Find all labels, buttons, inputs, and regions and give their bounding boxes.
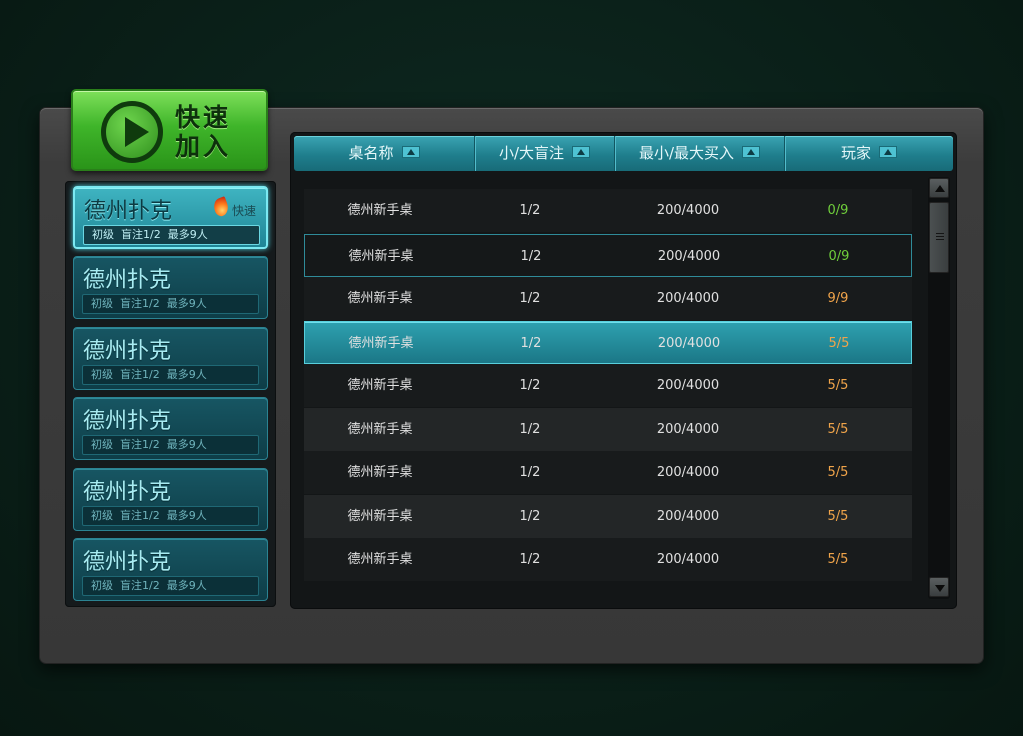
table-row[interactable]: 德州新手桌 1/2 200/4000 5/5 xyxy=(304,408,912,451)
game-item-texas-holdem-3[interactable]: 德州扑克 初级 盲注1/2 最多9人 xyxy=(73,327,268,390)
table-row[interactable]: 德州新手桌 1/2 200/4000 5/5 xyxy=(304,451,912,494)
game-name: 德州扑克 xyxy=(83,268,172,293)
chevron-up-icon xyxy=(935,185,945,192)
table-row[interactable]: 德州新手桌 1/2 200/4000 5/5 xyxy=(304,538,912,581)
sort-icon xyxy=(401,145,420,158)
header-buyin[interactable]: 最小/最大买入 xyxy=(615,136,785,171)
game-item-texas-holdem-2[interactable]: 德州扑克 初级 盲注1/2 最多9人 xyxy=(73,256,268,319)
table-row[interactable]: 德州新手桌 1/2 200/4000 0/9 xyxy=(304,234,912,277)
game-info: 初级 盲注1/2 最多9人 xyxy=(83,225,260,245)
scroll-down-button[interactable] xyxy=(929,577,949,597)
sort-icon xyxy=(742,145,761,158)
game-item-texas-holdem-5[interactable]: 德州扑克 初级 盲注1/2 最多9人 xyxy=(73,468,268,531)
sort-icon xyxy=(879,145,897,158)
fast-tag: 快速 xyxy=(231,204,256,218)
table-rows: 德州新手桌 1/2 200/4000 0/9 德州新手桌 1/2 200/400… xyxy=(304,189,912,582)
game-name: 德州扑克 xyxy=(83,480,172,505)
quick-join-button[interactable]: 快速 加入 xyxy=(71,89,268,171)
table-row[interactable]: 德州新手桌 1/2 200/4000 5/5 xyxy=(304,364,912,407)
room-table: 桌名称 小/大盲注 最小/最大买入 玩家 德州新手桌 1/2 200/4000 … xyxy=(290,132,957,609)
game-info: 初级 盲注1/2 最多9人 xyxy=(82,294,259,314)
game-name: 德州扑克 xyxy=(84,199,173,224)
game-name: 德州扑克 xyxy=(83,550,172,575)
play-icon xyxy=(101,101,163,163)
game-item-texas-holdem-6[interactable]: 德州扑克 初级 盲注1/2 最多9人 xyxy=(73,538,268,601)
game-item-texas-holdem-4[interactable]: 德州扑克 初级 盲注1/2 最多9人 xyxy=(73,397,268,460)
header-table-name[interactable]: 桌名称 xyxy=(294,136,475,171)
game-item-texas-holdem-1[interactable]: 德州扑克 快速 初级 盲注1/2 最多9人 xyxy=(73,186,268,249)
game-info: 初级 盲注1/2 最多9人 xyxy=(82,506,259,526)
table-row-selected[interactable]: 德州新手桌 1/2 200/4000 5/5 xyxy=(304,321,912,364)
game-name: 德州扑克 xyxy=(83,409,172,434)
header-players[interactable]: 玩家 xyxy=(785,136,953,171)
table-header: 桌名称 小/大盲注 最小/最大买入 玩家 xyxy=(294,136,953,171)
game-type-list: 德州扑克 快速 初级 盲注1/2 最多9人 德州扑克 初级 盲注1/2 最多9人… xyxy=(65,181,276,607)
header-blinds[interactable]: 小/大盲注 xyxy=(475,136,615,171)
table-scrollbar[interactable] xyxy=(928,177,950,599)
chevron-down-icon xyxy=(935,585,945,592)
scroll-thumb[interactable] xyxy=(929,202,949,273)
game-info: 初级 盲注1/2 最多9人 xyxy=(82,365,259,385)
scroll-up-button[interactable] xyxy=(929,178,949,198)
table-row[interactable]: 德州新手桌 1/2 200/4000 5/5 xyxy=(304,495,912,538)
game-name: 德州扑克 xyxy=(83,339,172,364)
table-row[interactable]: 德州新手桌 1/2 200/4000 0/9 xyxy=(304,189,912,232)
table-row[interactable]: 德州新手桌 1/2 200/4000 9/9 xyxy=(304,277,912,320)
game-info: 初级 盲注1/2 最多9人 xyxy=(82,435,259,455)
sort-icon xyxy=(572,145,591,158)
quick-join-label: 快速 加入 xyxy=(175,103,232,161)
game-info: 初级 盲注1/2 最多9人 xyxy=(82,576,259,596)
fire-icon xyxy=(211,196,231,218)
